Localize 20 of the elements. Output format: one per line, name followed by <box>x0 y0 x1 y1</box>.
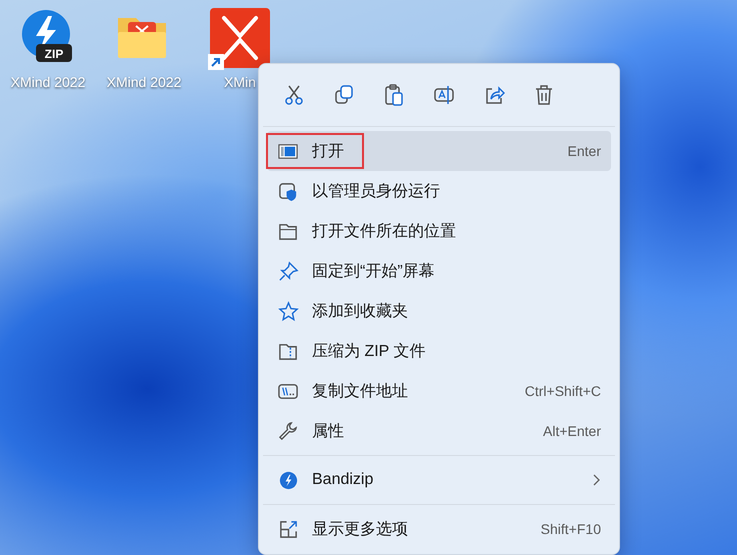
menu-item[interactable]: 以管理员身份运行 <box>267 171 611 211</box>
menu-item[interactable]: 复制文件地址 Ctrl+Shift+C <box>267 371 611 411</box>
icon-label: XMind 2022 <box>10 74 86 90</box>
x-app-icon[interactable] <box>210 8 270 68</box>
menu-item[interactable]: 显示更多选项 Shift+F10 <box>267 509 611 549</box>
menu-item[interactable]: 打开 Enter <box>267 131 611 171</box>
menu-item[interactable]: 固定到“开始”屏幕 <box>267 251 611 291</box>
wrench-icon <box>278 420 299 442</box>
icon-label: XMind 2022 <box>106 74 182 90</box>
bandizip-icon <box>278 470 299 490</box>
star-icon <box>278 300 299 322</box>
menu-item[interactable]: 属性 Alt+Enter <box>267 411 611 451</box>
menu-item[interactable]: 添加到收藏夹 <box>267 291 611 331</box>
menu-item[interactable]: Bandizip <box>267 460 611 500</box>
menu-item[interactable]: 打开文件所在的位置 <box>267 211 611 251</box>
icon-label: XMin <box>224 74 256 90</box>
shield-icon <box>278 180 299 202</box>
menu-item[interactable]: 压缩为 ZIP 文件 <box>267 331 611 371</box>
pin-icon <box>278 260 299 282</box>
expand-window-icon <box>278 518 299 540</box>
